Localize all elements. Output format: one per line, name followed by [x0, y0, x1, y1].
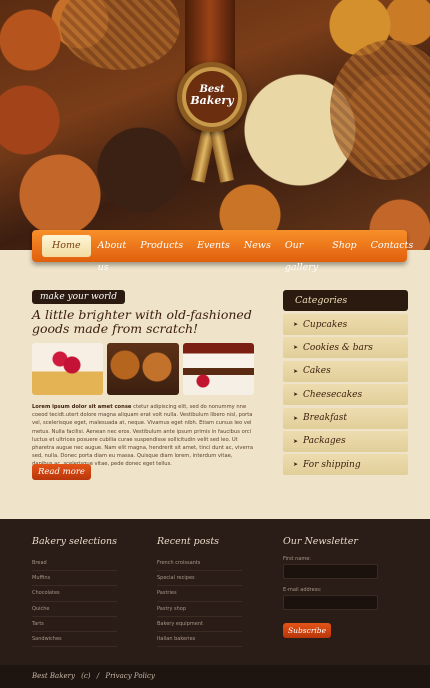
- category-label: Cakes: [303, 366, 331, 377]
- arrow-right-icon: ➤: [293, 344, 299, 352]
- nav-item-about-us[interactable]: About us: [91, 235, 134, 273]
- footer-link[interactable]: Pastries: [157, 586, 242, 602]
- page-headline: A little brighter with old-fashioned goo…: [32, 307, 252, 336]
- category-cookies-bars[interactable]: ➤ Cookies & bars: [283, 337, 408, 359]
- footer-selections-list: Bread Muffins Chocolates Quiche Tarts Sa…: [32, 556, 117, 648]
- product-thumbnails: [32, 343, 254, 395]
- intro-paragraph: Lorem ipsum dolor sit amet conse ctetur …: [32, 403, 254, 469]
- arrow-right-icon: ➤: [293, 391, 299, 399]
- first-name-input[interactable]: [283, 564, 378, 579]
- footer-bakery-selections: Bakery selections Bread Muffins Chocolat…: [32, 536, 117, 648]
- footer-separator: /: [96, 672, 100, 680]
- footer-link[interactable]: Pastry shop: [157, 602, 242, 617]
- category-label: Breakfast: [303, 413, 348, 424]
- first-name-label: First name:: [283, 556, 311, 562]
- copyright-bar: Best Bakery (c) / Privacy Policy: [0, 665, 430, 688]
- bread-basket: [330, 40, 430, 180]
- nav-item-news[interactable]: News: [237, 235, 278, 257]
- hero-banner: Best Bakery: [0, 0, 430, 250]
- thumbnail-cream-cake[interactable]: [182, 343, 254, 395]
- email-label: E-mail address:: [283, 587, 322, 593]
- footer-recent-posts: Recent posts French croissants Special r…: [157, 536, 242, 648]
- category-breakfast[interactable]: ➤ Breakfast: [283, 407, 408, 429]
- intro-lead: Lorem ipsum dolor sit amet conse: [32, 404, 132, 410]
- email-input[interactable]: [283, 595, 378, 610]
- arrow-right-icon: ➤: [293, 321, 299, 328]
- logo-badge[interactable]: Best Bakery: [177, 62, 247, 132]
- read-more-button[interactable]: Read more: [32, 464, 91, 480]
- category-for-shipping[interactable]: ➤ For shipping: [283, 454, 408, 476]
- footer-link[interactable]: Sandwiches: [32, 632, 117, 648]
- main-nav: Home About us Products Events News Our g…: [32, 230, 413, 273]
- footer-link[interactable]: Muffins: [32, 571, 117, 587]
- footer-brand: Best Bakery: [32, 672, 75, 680]
- nav-item-contacts[interactable]: Contacts: [364, 235, 421, 257]
- category-label: Cookies & bars: [303, 342, 373, 353]
- nav-item-shop[interactable]: Shop: [325, 235, 363, 257]
- thumbnail-muffins[interactable]: [107, 343, 179, 395]
- footer: Bakery selections Bread Muffins Chocolat…: [0, 519, 430, 665]
- footer-link[interactable]: Bakery equipment: [157, 617, 242, 632]
- footer-newsletter-title: Our Newsletter: [283, 536, 358, 547]
- section-tag: make your world: [32, 290, 126, 304]
- bread-basket: [60, 0, 180, 70]
- footer-newsletter: Our Newsletter First name: E-mail addres…: [283, 536, 378, 638]
- footer-selections-title: Bakery selections: [32, 536, 117, 547]
- footer-copyright: (c): [81, 672, 91, 680]
- category-label: Packages: [303, 436, 346, 447]
- nav-item-events[interactable]: Events: [190, 235, 237, 257]
- arrow-right-icon: ➤: [293, 367, 299, 375]
- arrow-right-icon: ➤: [293, 414, 299, 422]
- footer-link[interactable]: Chocolates: [32, 586, 117, 602]
- page: Best Bakery Home About us Products Event…: [0, 0, 430, 688]
- subscribe-button[interactable]: Subscribe: [283, 623, 332, 638]
- logo-text-line2: Bakery: [190, 94, 234, 107]
- category-cupcakes[interactable]: ➤ Cupcakes: [283, 314, 408, 335]
- intro-body: ctetur adipiscing elit, sed do nonummy n…: [32, 404, 253, 468]
- footer-link[interactable]: French croissants: [157, 556, 242, 572]
- category-packages[interactable]: ➤ Packages: [283, 430, 408, 452]
- footer-recent-list: French croissants Special recipes Pastri…: [157, 556, 242, 648]
- footer-link[interactable]: Special recipes: [157, 571, 242, 587]
- footer-link[interactable]: Italian bakeries: [157, 632, 242, 648]
- nav-item-home[interactable]: Home: [42, 235, 91, 257]
- thumbnail-strawberry-cheesecake[interactable]: [32, 343, 104, 395]
- privacy-policy-link[interactable]: Privacy Policy: [105, 672, 155, 680]
- arrow-right-icon: ➤: [293, 461, 299, 469]
- footer-recent-title: Recent posts: [157, 536, 220, 547]
- category-label: Cheesecakes: [303, 389, 363, 400]
- logo-text-line1: Best: [199, 84, 225, 95]
- footer-link[interactable]: Quiche: [32, 602, 117, 617]
- arrow-right-icon: ➤: [293, 437, 299, 445]
- nav-item-our-gallery[interactable]: Our gallery: [278, 235, 325, 273]
- category-cakes[interactable]: ➤ Cakes: [283, 360, 408, 382]
- categories-list: ➤ Cupcakes ➤ Cookies & bars ➤ Cakes ➤ Cheese…: [283, 314, 408, 478]
- footer-link[interactable]: Tarts: [32, 617, 117, 632]
- nav-item-products[interactable]: Products: [133, 235, 190, 257]
- footer-link[interactable]: Bread: [32, 556, 117, 572]
- categories-heading: Categories: [283, 290, 408, 311]
- category-label: For shipping: [303, 459, 361, 470]
- category-label: Cupcakes: [303, 319, 348, 330]
- category-cheesecakes[interactable]: ➤ Cheesecakes: [283, 384, 408, 406]
